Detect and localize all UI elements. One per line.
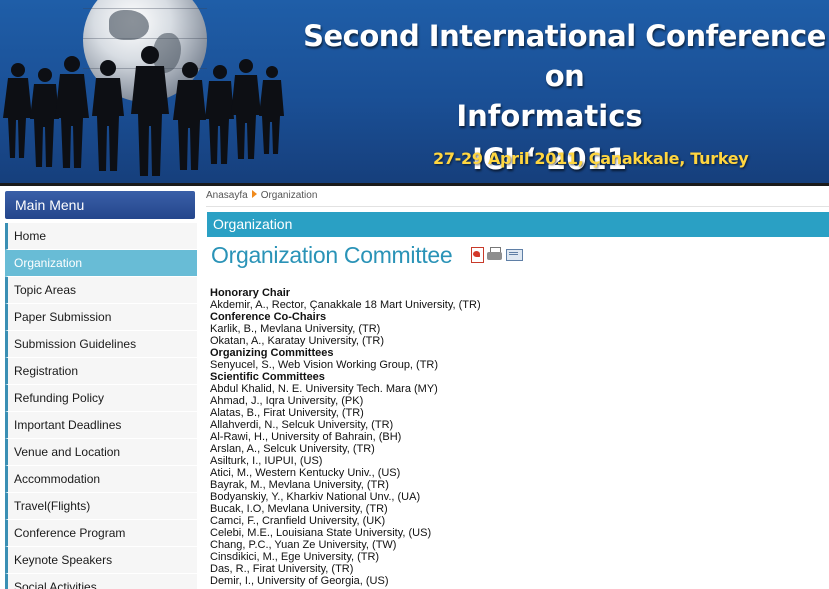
breadcrumb-divider (206, 206, 829, 207)
committee-member: Demir, I., University of Georgia, (US) (210, 575, 389, 587)
committee-member: Alatas, B., Firat University, (TR) (210, 407, 364, 419)
breadcrumb: Anasayfa Organization (206, 190, 317, 202)
committee-member: Abdul Khalid, N. E. University Tech. Mar… (210, 383, 438, 395)
page-title: Organization Committee (211, 242, 453, 268)
conference-dates: 27-29 April 2011, Çanakkale, Turkey (433, 149, 749, 168)
committee-member: Senyucel, S., Web Vision Working Group, … (210, 359, 439, 371)
committee-member: Bucak, I.O, Mevlana University, (TR) (210, 503, 388, 515)
sidebar: Main Menu Home Organization Topic Areas Pap… (0, 186, 202, 589)
title-line-2: Informatics (456, 99, 643, 133)
title-line-1: Second International Conference on (303, 19, 826, 93)
committee-member: Chang, P.C., Yuan Ze University, (TW) (210, 539, 397, 551)
menu-item-keynote-speakers[interactable]: Keynote Speakers (5, 547, 197, 574)
committee-member: Cinsdikici, M., Ege University, (TR) (210, 551, 380, 563)
business-people-silhouettes (3, 46, 284, 176)
committee-list: Honorary Chair Akdemir, A., Rector, Çanak… (210, 287, 820, 587)
committee-member: Ahmad, J., Iqra University, (PK) (210, 395, 364, 407)
committee-member: Karlik, B., Mevlana University, (TR) (210, 323, 381, 335)
section-title-bar: Organization (207, 212, 829, 237)
menu-item-accommodation[interactable]: Accommodation (5, 466, 197, 493)
committee-member: Arslan, A., Selcuk University, (TR) (210, 443, 375, 455)
menu-item-topic-areas[interactable]: Topic Areas (5, 277, 197, 304)
print-icon[interactable] (487, 247, 502, 261)
committee-member: Okatan, A., Karatay University, (TR) (210, 335, 385, 347)
pdf-icon[interactable] (470, 247, 484, 263)
menu-item-conference-program[interactable]: Conference Program (5, 520, 197, 547)
menu-item-home[interactable]: Home (5, 223, 197, 250)
menu-item-venue-and-location[interactable]: Venue and Location (5, 439, 197, 466)
committee-member: Asilturk, I., IUPUI, (US) (210, 455, 323, 467)
committee-member: Celebi, M.E., Louisiana State University… (210, 527, 432, 539)
committee-member: Allahverdi, N., Selcuk University, (TR) (210, 419, 394, 431)
committee-member: Bayrak, M., Mevlana University, (TR) (210, 479, 389, 491)
committee-heading: Conference Co-Chairs (210, 311, 327, 323)
committee-member: Al-Rawi, H., University of Bahrain, (BH) (210, 431, 402, 443)
committee-member: Akdemir, A., Rector, Çanakkale 18 Mart U… (210, 299, 481, 311)
menu-item-social-activities[interactable]: Social Activities (5, 574, 197, 589)
committee-member: Camci, F., Cranfield University, (UK) (210, 515, 386, 527)
menu-item-paper-submission[interactable]: Paper Submission (5, 304, 197, 331)
committee-heading: Honorary Chair (210, 287, 291, 299)
article-tools (470, 247, 525, 263)
breadcrumb-arrow-icon (251, 190, 257, 198)
committee-member: Das, R., Firat University, (TR) (210, 563, 354, 575)
header-banner: Second International Conference on Infor… (0, 0, 829, 183)
main-menu-header: Main Menu (5, 191, 195, 219)
committee-member: Bodyanskiy, Y., Kharkiv National Unv., (… (210, 491, 421, 503)
main-menu: Home Organization Topic Areas Paper Submiss… (5, 223, 197, 589)
menu-item-travel-flights[interactable]: Travel(Flights) (5, 493, 197, 520)
menu-item-submission-guidelines[interactable]: Submission Guidelines (5, 331, 197, 358)
menu-item-organization[interactable]: Organization (5, 250, 197, 277)
committee-heading: Organizing Committees (210, 347, 334, 359)
menu-item-important-deadlines[interactable]: Important Deadlines (5, 412, 197, 439)
menu-item-registration[interactable]: Registration (5, 358, 197, 385)
email-icon[interactable] (506, 249, 523, 261)
breadcrumb-current: Organization (260, 190, 318, 201)
committee-member: Atici, M., Western Kentucky Univ., (US) (210, 467, 401, 479)
committee-heading: Scientific Committees (210, 371, 325, 383)
menu-item-refunding-policy[interactable]: Refunding Policy (5, 385, 197, 412)
breadcrumb-home-link[interactable]: Anasayfa (206, 190, 248, 201)
main-content: Anasayfa Organization Organization Organi… (202, 186, 829, 589)
